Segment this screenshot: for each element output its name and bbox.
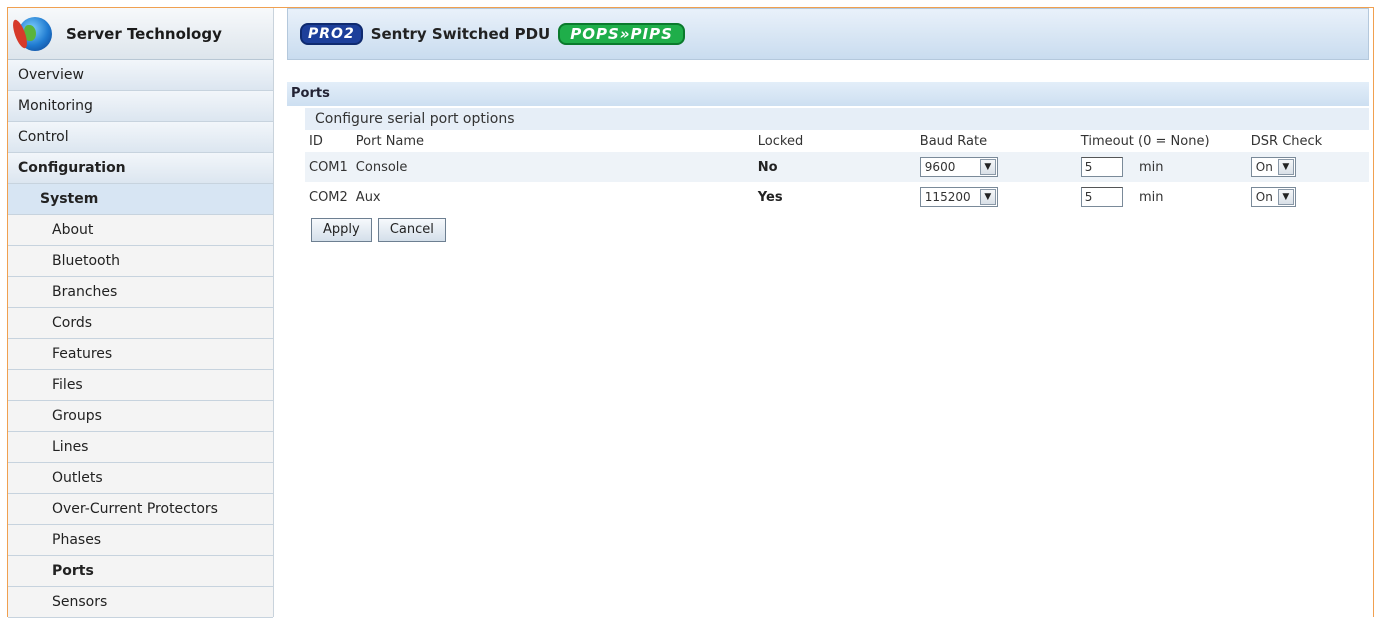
brand-logo[interactable]: Server Technology: [8, 8, 273, 60]
chevron-down-icon[interactable]: ▼: [979, 159, 996, 175]
port-name: Aux: [351, 182, 754, 212]
timeout-input[interactable]: 5: [1080, 187, 1123, 207]
cancel-button[interactable]: Cancel: [377, 218, 446, 242]
baud-rate-value: 9600: [924, 160, 956, 174]
dsr-cell: On ▼: [1246, 152, 1369, 182]
sidebar-item-files[interactable]: Files: [8, 370, 273, 401]
sidebar-item-lines[interactable]: Lines: [8, 432, 273, 463]
baud-rate-select[interactable]: 115200 ▼: [919, 187, 998, 207]
brand-name: Server Technology: [66, 24, 222, 43]
timeout-cell: 5 min: [1076, 152, 1247, 182]
dsr-check-value: On: [1255, 190, 1273, 204]
sidebar-item-features[interactable]: Features: [8, 339, 273, 370]
pops-pips-badge: POPS»PIPS: [558, 23, 685, 45]
baud-rate-select[interactable]: 9600 ▼: [919, 157, 998, 177]
dsr-cell: On ▼: [1246, 182, 1369, 212]
sidebar-item-phases[interactable]: Phases: [8, 525, 273, 556]
sidebar-item-ports[interactable]: Ports: [8, 556, 273, 587]
dsr-check-value: On: [1255, 160, 1273, 174]
chevron-down-icon[interactable]: ▼: [1277, 159, 1294, 175]
chevron-down-icon[interactable]: ▼: [1277, 189, 1294, 205]
sidebar-item-configuration[interactable]: Configuration: [8, 153, 273, 184]
baud-rate-value: 115200: [924, 190, 971, 204]
table-row: COM2 Aux Yes 115200 ▼ 5 min On ▼: [305, 182, 1369, 212]
chevron-down-icon[interactable]: ▼: [979, 189, 996, 205]
dsr-check-select[interactable]: On ▼: [1250, 187, 1296, 207]
sidebar-item-monitoring[interactable]: Monitoring: [8, 91, 273, 122]
column-header-timeout: Timeout (0 = None): [1080, 133, 1210, 149]
timeout-unit: min: [1138, 159, 1164, 175]
column-header-locked: Locked: [757, 133, 804, 149]
port-locked: Yes: [753, 182, 916, 212]
product-title: Sentry Switched PDU: [370, 25, 551, 43]
sidebar-item-overview[interactable]: Overview: [8, 60, 273, 91]
column-header-baud-rate: Baud Rate: [919, 133, 988, 149]
timeout-unit: min: [1138, 189, 1164, 205]
table-header-row: ID Port Name Locked Baud Rate Timeout (0…: [305, 130, 1369, 152]
timeout-input[interactable]: 5: [1080, 157, 1123, 177]
port-id: COM1: [305, 152, 352, 182]
column-header-dsr-check: DSR Check: [1250, 133, 1323, 149]
sidebar-item-sensors[interactable]: Sensors: [8, 587, 273, 618]
section-subtitle: Configure serial port options: [305, 108, 1369, 130]
port-id: COM2: [305, 182, 352, 212]
column-header-id: ID: [309, 133, 323, 149]
port-name: Console: [351, 152, 754, 182]
port-locked: No: [753, 152, 916, 182]
sidebar-item-branches[interactable]: Branches: [8, 277, 273, 308]
sidebar-item-over-current-protectors[interactable]: Over-Current Protectors: [8, 494, 273, 525]
form-buttons: Apply Cancel: [311, 218, 1369, 242]
sidebar: Server Technology Overview Monitoring Co…: [8, 8, 274, 618]
pro2-badge: PRO2: [300, 23, 363, 45]
sidebar-item-outlets[interactable]: Outlets: [8, 463, 273, 494]
sidebar-item-groups[interactable]: Groups: [8, 401, 273, 432]
main-content: Ports Configure serial port options ID P…: [287, 82, 1369, 242]
globe-logo-icon: [18, 16, 52, 51]
baud-rate-cell: 9600 ▼: [915, 152, 1077, 182]
timeout-cell: 5 min: [1076, 182, 1247, 212]
baud-rate-cell: 115200 ▼: [915, 182, 1077, 212]
ports-table: ID Port Name Locked Baud Rate Timeout (0…: [305, 130, 1369, 212]
sidebar-item-about[interactable]: About: [8, 215, 273, 246]
sidebar-item-bluetooth[interactable]: Bluetooth: [8, 246, 273, 277]
table-row: COM1 Console No 9600 ▼ 5 min On ▼: [305, 152, 1369, 182]
sidebar-item-system[interactable]: System: [8, 184, 273, 215]
page-header: PRO2 Sentry Switched PDU POPS»PIPS: [287, 8, 1369, 60]
sidebar-item-control[interactable]: Control: [8, 122, 273, 153]
apply-button[interactable]: Apply: [311, 218, 372, 242]
section-title: Ports: [287, 82, 1369, 106]
sidebar-item-cords[interactable]: Cords: [8, 308, 273, 339]
dsr-check-select[interactable]: On ▼: [1250, 157, 1296, 177]
column-header-port-name: Port Name: [355, 133, 425, 149]
